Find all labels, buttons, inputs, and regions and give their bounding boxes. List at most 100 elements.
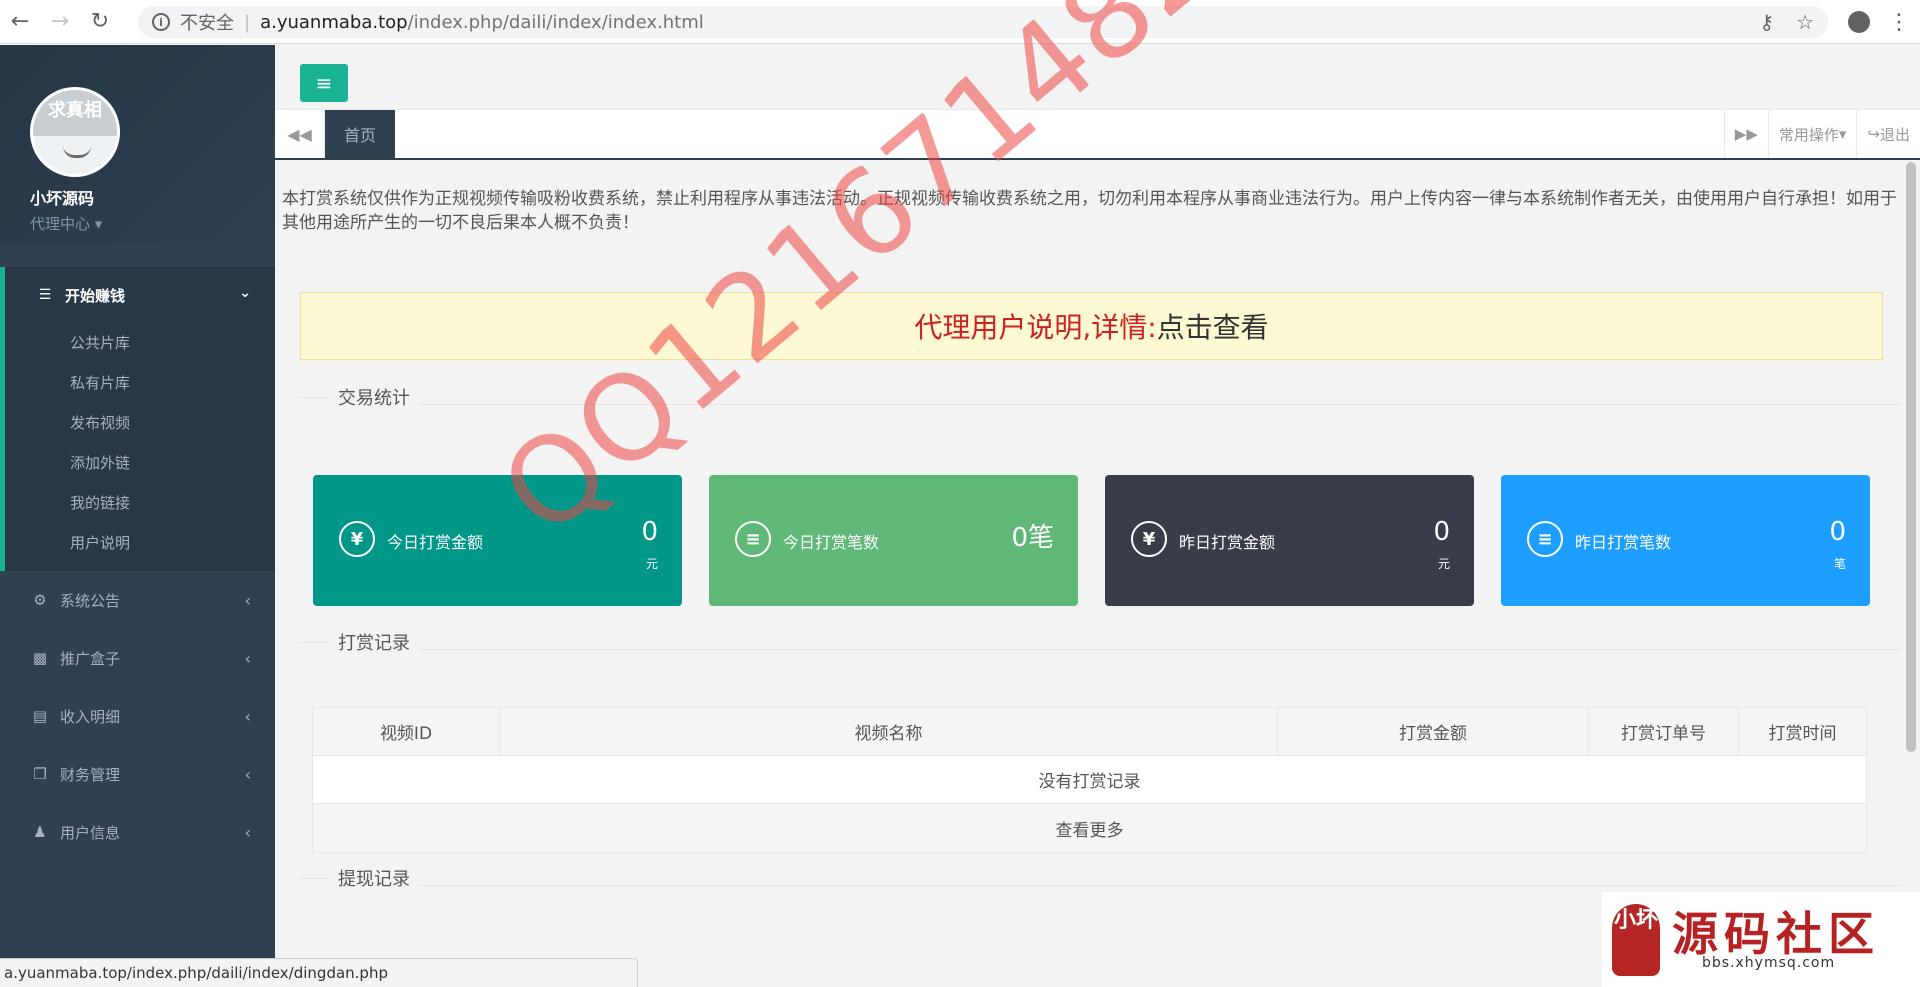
page-scrollbar[interactable] [1906, 162, 1916, 752]
profile-role: 代理中心 [30, 215, 91, 233]
stat-card-value: 0 [641, 517, 658, 547]
sidebar-subitem-publish-video[interactable]: 发布视频 [5, 403, 275, 443]
chevron-left-icon: ‹ [244, 706, 251, 726]
stat-card-today-count: ≡ 今日打赏笔数 0笔 [709, 475, 1078, 606]
money-icon: ▤ [32, 707, 48, 725]
stat-card-unit: 元 [645, 557, 658, 571]
brand-watermark: 小坏 源码社区 bbs.xhymsq.com [1602, 892, 1920, 987]
sidebar-group-header[interactable]: ☰ 开始赚钱 ⌄ [5, 267, 275, 323]
tabs-right-controls: ▶▶ 常用操作 ▾ ↪ 退出 [1723, 110, 1920, 158]
sidebar-item-income-details[interactable]: ▤ 收入明细 ‹ [0, 687, 275, 745]
tabs-scroll-left-button[interactable]: ◀◀ [275, 110, 325, 158]
chevron-down-icon: ⌄ [239, 285, 251, 301]
agent-guide-alert: 代理用户说明,详情: 点击查看 [300, 292, 1883, 360]
url-host: a.yuanmaba.top [260, 11, 408, 33]
sidebar-group-label: 开始赚钱 [65, 286, 126, 305]
sidebar-submenu: 公共片库 私有片库 发布视频 添加外链 我的链接 用户说明 [5, 323, 275, 563]
avatar-face [63, 146, 91, 158]
common-operations-dropdown[interactable]: 常用操作 ▾ [1767, 110, 1857, 158]
caret-down-icon: ▾ [1838, 125, 1847, 143]
menu-dots-icon[interactable]: ⋮ [1888, 10, 1910, 35]
section-line [300, 396, 328, 398]
security-label: 不安全 [180, 13, 234, 34]
alert-text: 代理用户说明,详情: [914, 311, 1157, 344]
section-line [300, 641, 328, 643]
back-icon[interactable]: ← [0, 0, 40, 44]
table-header-video-name: 视频名称 [500, 708, 1278, 755]
sidebar-subitem-private-library[interactable]: 私有片库 [5, 363, 275, 403]
forward-icon[interactable]: → [40, 0, 80, 44]
section-title-records: 打赏记录 [300, 630, 1900, 654]
link-status-bar: a.yuanmaba.top/index.php/daili/index/din… [0, 958, 638, 987]
avatar[interactable]: 求真相 [30, 87, 120, 177]
disclaimer-text: 本打赏系统仅供作为正规视频传输吸粉收费系统，禁止利用程序从事违法活动。正规视频传… [282, 189, 1897, 233]
sidebar-item-label: 系统公告 [60, 591, 121, 610]
profile-role-dropdown[interactable]: 代理中心 ▾ [30, 213, 275, 234]
sidebar-item-label: 推广盒子 [60, 649, 121, 668]
chevron-left-icon: ‹ [244, 764, 251, 784]
info-icon[interactable]: i [152, 13, 170, 31]
stat-card-label: 昨日打赏笔数 [1575, 533, 1672, 552]
stat-card-label: 今日打赏笔数 [783, 533, 880, 552]
menu-toggle-button[interactable]: ≡ [300, 64, 348, 102]
stat-card-unit: 笔 [1833, 557, 1846, 571]
stat-card-value: 0笔 [1011, 523, 1054, 553]
profile-name: 小坏源码 [30, 189, 95, 208]
section-title-text: 交易统计 [338, 388, 410, 409]
tabs-scroll-right-button[interactable]: ▶▶ [1723, 110, 1768, 158]
account-icon[interactable] [1848, 11, 1870, 33]
view-more-button[interactable]: 查看更多 [313, 804, 1866, 852]
sidebar-item-finance[interactable]: ❐ 财务管理 ‹ [0, 745, 275, 803]
sidebar-item-promo-box[interactable]: ▩ 推广盒子 ‹ [0, 629, 275, 687]
sign-out-icon: ↪ [1867, 125, 1880, 143]
yen-icon: ¥ [1131, 521, 1167, 557]
sidebar-subitem-public-library[interactable]: 公共片库 [5, 323, 275, 363]
sidebar-group-start-earning: ☰ 开始赚钱 ⌄ 公共片库 私有片库 发布视频 添加外链 我的链接 用户说明 [0, 267, 275, 571]
common-operations-label: 常用操作 [1778, 125, 1839, 144]
key-icon[interactable]: ⚷ [1759, 10, 1774, 34]
sidebar-item-user-info[interactable]: ♟ 用户信息 ‹ [0, 803, 275, 861]
users-icon: ♟ [33, 823, 47, 841]
bookmark-star-icon[interactable]: ☆ [1796, 10, 1814, 34]
tabs-bar: ◀◀ 首页 ▶▶ 常用操作 ▾ ↪ 退出 [275, 110, 1920, 160]
logout-button[interactable]: ↪ 退出 [1856, 110, 1920, 158]
stat-card-value: 0 [1829, 517, 1846, 547]
reload-icon[interactable]: ↻ [80, 0, 120, 44]
chevron-left-icon: ‹ [244, 590, 251, 610]
section-title-text: 提现记录 [338, 869, 410, 890]
table-header-row: 视频ID 视频名称 打赏金额 打赏订单号 打赏时间 [313, 708, 1866, 756]
logout-label: 退出 [1879, 125, 1910, 144]
sidebar-subitem-add-external-link[interactable]: 添加外链 [5, 443, 275, 483]
section-line [300, 877, 328, 879]
double-chevron-left-icon: ◀◀ [287, 124, 312, 144]
copy-icon: ❐ [33, 765, 47, 783]
section-title-text: 打赏记录 [338, 633, 410, 654]
table-header-amount: 打赏金额 [1278, 708, 1589, 755]
brand-site: bbs.xhymsq.com [1702, 955, 1836, 971]
reward-records-table: 视频ID 视频名称 打赏金额 打赏订单号 打赏时间 没有打赏记录 查看更多 [312, 707, 1867, 853]
brand-seal: 小坏 [1612, 904, 1660, 976]
section-title-withdrawals: 提现记录 [300, 866, 1900, 890]
list-icon: ≡ [1527, 521, 1563, 557]
sidebar-item-label: 用户信息 [60, 823, 121, 842]
tab-home[interactable]: 首页 [325, 110, 395, 158]
profile-panel: 求真相 小坏源码 代理中心 ▾ [0, 45, 275, 243]
stat-card-unit: 元 [1437, 557, 1450, 571]
sidebar-menu: ☰ 开始赚钱 ⌄ 公共片库 私有片库 发布视频 添加外链 我的链接 用户说明 ⚙… [0, 267, 275, 861]
sidebar-subitem-user-guide[interactable]: 用户说明 [5, 523, 275, 563]
table-empty-row: 没有打赏记录 [313, 756, 1866, 804]
address-separator: | [244, 11, 251, 33]
list-icon: ≡ [735, 521, 771, 557]
sidebar-item-label: 财务管理 [60, 765, 121, 784]
alert-view-link[interactable]: 点击查看 [1157, 306, 1269, 346]
sidebar-item-announcements[interactable]: ⚙ 系统公告 ‹ [0, 571, 275, 629]
stat-card-label: 昨日打赏金额 [1179, 533, 1276, 552]
browser-toolbar: ← → ↻ i 不安全 | a.yuanmaba.top/index.php/d… [0, 0, 1920, 44]
sidebar-subitem-my-links[interactable]: 我的链接 [5, 483, 275, 523]
database-icon: ☰ [38, 287, 52, 303]
chevron-left-icon: ‹ [244, 822, 251, 842]
table-header-order-no: 打赏订单号 [1589, 708, 1739, 755]
sidebar-item-label: 收入明细 [60, 707, 121, 726]
main-content: 本打赏系统仅供作为正规视频传输吸粉收费系统，禁止利用程序从事违法活动。正规视频传… [275, 162, 1905, 987]
hamburger-icon: ≡ [315, 71, 333, 95]
